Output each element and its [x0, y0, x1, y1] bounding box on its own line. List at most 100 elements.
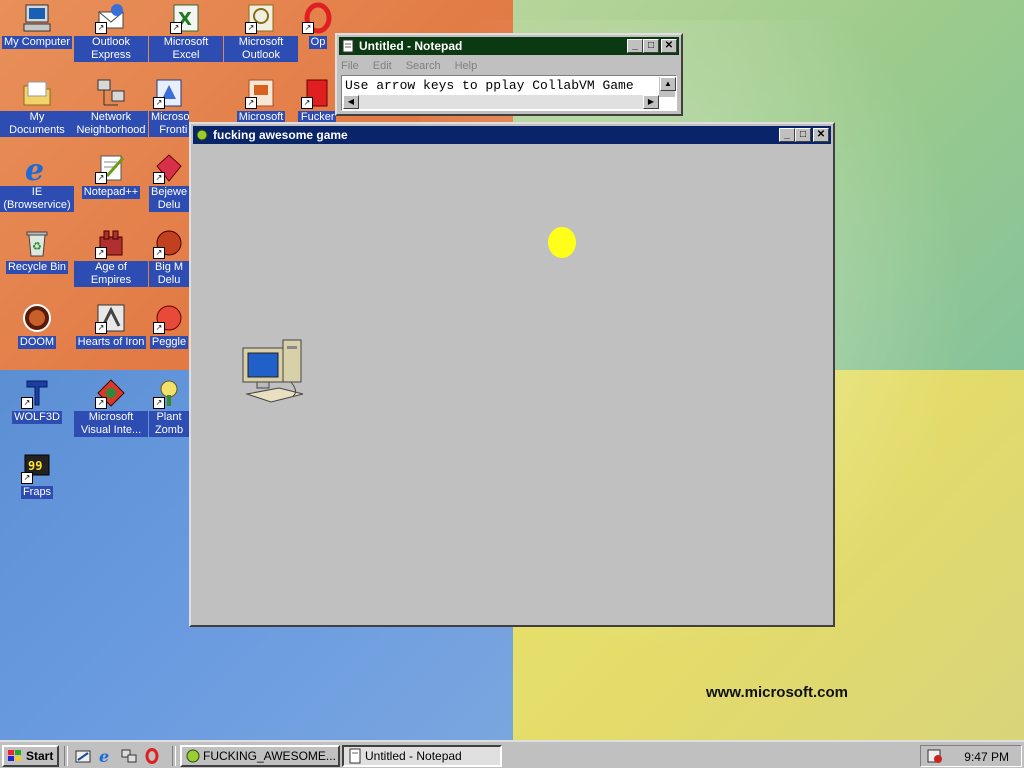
- opera-icon[interactable]: [144, 748, 160, 764]
- desktop-icon-microsoft-outlook[interactable]: ↗ Microsoft Outlook: [224, 2, 298, 62]
- shortcut-arrow-icon: ↗: [95, 247, 107, 259]
- close-button[interactable]: ✕: [661, 39, 677, 53]
- desktop-icon-plants-vs-zombies[interactable]: ↗ Plant Zomb: [149, 377, 189, 437]
- shortcut-arrow-icon: ↗: [245, 97, 257, 109]
- notepad-content: Use arrow keys to pplay CollabVM Game: [345, 78, 634, 93]
- game-canvas[interactable]: [193, 146, 831, 623]
- menu-search[interactable]: Search: [406, 60, 441, 72]
- desktop-icon-age-of-empires[interactable]: ↗ Age of Empires: [74, 227, 148, 287]
- shortcut-arrow-icon: ↗: [153, 97, 165, 109]
- taskbar-button-game[interactable]: FUCKING_AWESOME...: [180, 745, 340, 767]
- notepad-menubar: File Edit Search Help: [337, 57, 681, 75]
- desktop-icon-big-money-deluxe[interactable]: ↗ Big M Delu: [149, 227, 189, 287]
- desktop-icon-my-documents[interactable]: My Documents: [0, 77, 74, 137]
- notepad-plus-plus-icon: ↗: [95, 152, 127, 184]
- taskbar-separator: [64, 746, 68, 766]
- desktop-icon-bejeweled-deluxe[interactable]: ↗ Bejewe Delu: [149, 152, 189, 212]
- shortcut-arrow-icon: ↗: [153, 247, 165, 259]
- wallpaper-watermark: www.microsoft.com: [706, 684, 848, 701]
- windows-logo-icon: [7, 749, 23, 763]
- desktop-icon-microsoft-visual-interdev[interactable]: ↗ Microsoft Visual Inte...: [74, 377, 148, 437]
- clock[interactable]: 9:47 PM: [964, 750, 1009, 764]
- network-icon[interactable]: [121, 748, 137, 764]
- desktop-icon-wolf3d[interactable]: ↗ WOLF3D: [0, 377, 74, 424]
- doom-icon: [21, 302, 53, 334]
- game-window[interactable]: fucking awesome game _ □ ✕: [189, 122, 835, 627]
- desktop-icon-notepad-plus-plus[interactable]: ↗ Notepad++: [74, 152, 148, 199]
- maximize-button[interactable]: □: [643, 39, 659, 53]
- recycle-bin-icon: ♻: [21, 227, 53, 259]
- taskbar-button-label: Untitled - Notepad: [365, 749, 462, 763]
- outlook-express-icon: ↗ ↗: [95, 2, 127, 34]
- maximize-button[interactable]: □: [795, 128, 811, 142]
- shortcut-arrow-icon: ↗: [95, 22, 107, 34]
- svg-text:e: e: [25, 153, 44, 184]
- peggle-icon: ↗: [153, 302, 185, 334]
- desktop-icon-network-neighborhood[interactable]: Network Neighborhood: [74, 77, 148, 137]
- menu-file[interactable]: File: [341, 60, 359, 72]
- notepad-icon: [347, 748, 363, 764]
- shortcut-arrow-icon: ↗: [21, 472, 33, 484]
- excel-icon: X ↗: [170, 2, 202, 34]
- game-app-icon: [195, 128, 209, 142]
- horizontal-scrollbar[interactable]: ◀ ▶: [343, 95, 659, 109]
- taskbar-button-notepad[interactable]: Untitled - Notepad: [342, 745, 502, 767]
- google-shortcut-icon: ↗: [301, 77, 333, 109]
- close-button[interactable]: ✕: [813, 128, 829, 142]
- start-button[interactable]: Start: [2, 745, 59, 767]
- notepad-titlebar[interactable]: Untitled - Notepad _ □ ✕: [339, 37, 679, 55]
- bejeweled-icon: ↗: [153, 152, 185, 184]
- shortcut-arrow-icon: ↗: [301, 97, 313, 109]
- scroll-left-icon[interactable]: ◀: [343, 95, 359, 109]
- yellow-ball: [548, 227, 576, 258]
- notepad-text-area[interactable]: Use arrow keys to pplay CollabVM Game ▲ …: [341, 75, 677, 111]
- shortcut-arrow-icon: ↗: [302, 22, 314, 34]
- desktop-icon-fraps[interactable]: 99 ↗ Fraps: [0, 452, 74, 499]
- taskbar-button-label: FUCKING_AWESOME...: [203, 749, 336, 763]
- svg-text:e: e: [99, 748, 109, 764]
- hearts-of-iron-icon: ↗: [95, 302, 127, 334]
- shortcut-arrow-icon: ↗: [153, 172, 165, 184]
- shortcut-arrow-icon: ↗: [95, 397, 107, 409]
- desktop-icon-ie-browservice[interactable]: e IE (Browservice): [0, 152, 74, 212]
- desktop-icon-opera[interactable]: ↗ Op: [300, 2, 336, 49]
- game-titlebar[interactable]: fucking awesome game _ □ ✕: [193, 126, 831, 144]
- desktop-icon-hearts-of-iron[interactable]: ↗ Hearts of Iron: [74, 302, 148, 349]
- wolf3d-icon: ↗: [21, 377, 53, 409]
- age-of-empires-icon: ↗: [95, 227, 127, 259]
- tray-scheduler-icon[interactable]: [927, 748, 943, 764]
- big-money-icon: ↗: [153, 227, 185, 259]
- shortcut-arrow-icon: ↗: [95, 322, 107, 334]
- shortcut-arrow-icon: ↗: [21, 397, 33, 409]
- taskbar: Start e FUCKING_AWESOME... Untitled - No…: [0, 740, 1024, 768]
- powerpoint-icon: ↗: [245, 77, 277, 109]
- desktop-icon-recycle-bin[interactable]: ♻ Recycle Bin: [0, 227, 74, 274]
- menu-edit[interactable]: Edit: [373, 60, 392, 72]
- game-title: fucking awesome game: [213, 128, 348, 142]
- desktop-icon-doom[interactable]: DOOM: [0, 302, 74, 349]
- shortcut-arrow-icon: ↗: [245, 22, 257, 34]
- shortcut-arrow-icon: ↗: [170, 22, 182, 34]
- minimize-button[interactable]: _: [627, 39, 643, 53]
- network-icon: [95, 77, 127, 109]
- notepad-window[interactable]: Untitled - Notepad _ □ ✕ File Edit Searc…: [335, 33, 683, 116]
- scroll-up-icon[interactable]: ▲: [660, 77, 676, 91]
- desktop-icon-microsoft-frontpage[interactable]: ↗ Microsoft Fronti: [149, 77, 189, 137]
- desktop-icon-microsoft-excel[interactable]: X ↗ Microsoft Excel: [149, 2, 223, 62]
- notepad-title: Untitled - Notepad: [359, 39, 463, 53]
- taskbar-separator: [172, 746, 176, 766]
- show-desktop-icon[interactable]: [75, 748, 91, 764]
- plants-vs-zombies-icon: ↗: [153, 377, 185, 409]
- desktop-icon-outlook-express[interactable]: ↗ ↗ Outlook Express: [74, 2, 148, 62]
- game-app-icon: [185, 748, 201, 764]
- scroll-right-icon[interactable]: ▶: [643, 95, 659, 109]
- desktop-icon-my-computer[interactable]: My Computer: [0, 2, 74, 49]
- minimize-button[interactable]: _: [779, 128, 795, 142]
- menu-help[interactable]: Help: [455, 60, 478, 72]
- svg-text:♻: ♻: [32, 241, 42, 253]
- desktop-icon-microsoft-powerpoint[interactable]: ↗ Microsoft: [224, 77, 298, 124]
- vertical-scrollbar[interactable]: ▲: [659, 77, 676, 97]
- internet-explorer-icon[interactable]: e: [98, 747, 114, 766]
- notepad-icon: [341, 39, 355, 53]
- desktop-icon-peggle[interactable]: ↗ Peggle: [149, 302, 189, 349]
